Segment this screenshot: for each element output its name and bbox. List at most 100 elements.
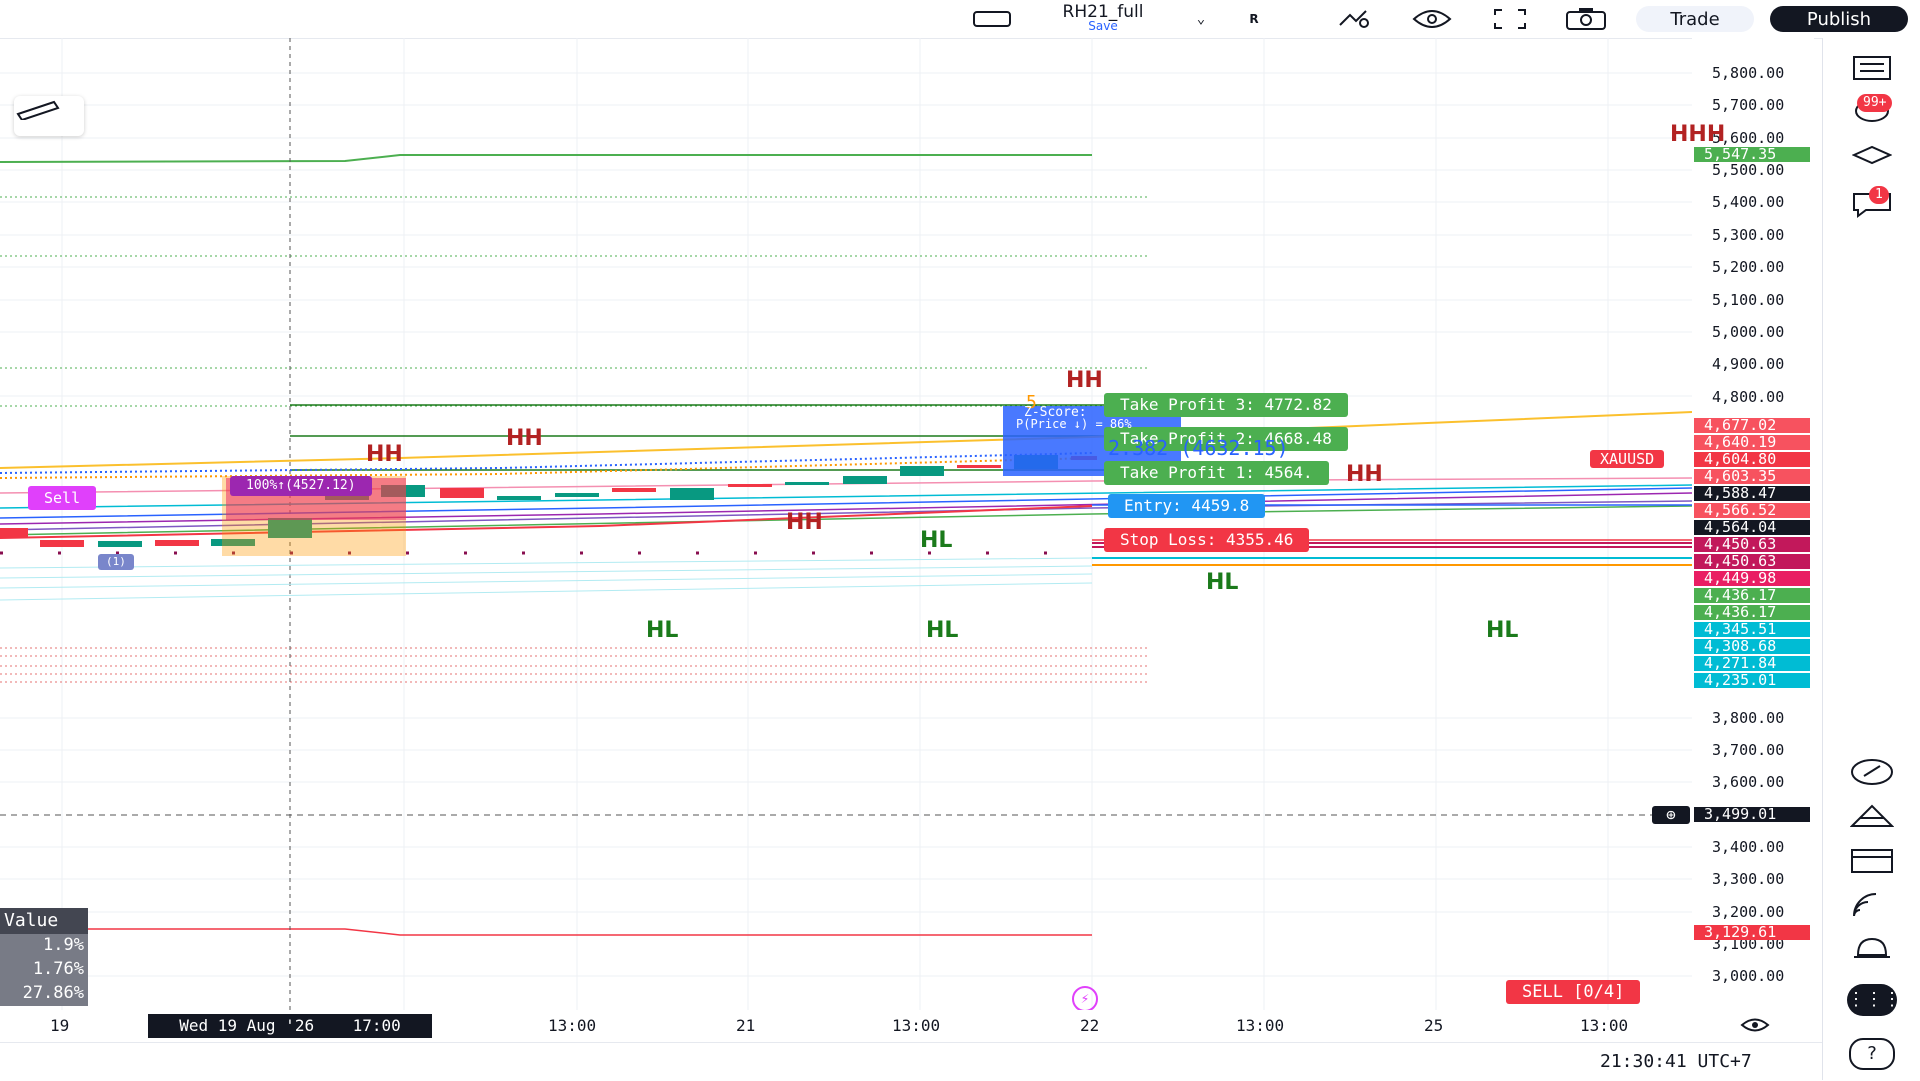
apps-grid-icon[interactable]: ⋮⋮⋮ (1847, 980, 1901, 1020)
price-badge: 4,450.63 (1694, 537, 1810, 552)
status-bar: 21:30:41 UTC+7 (0, 1042, 1822, 1081)
price-badge: 4,436.17 (1694, 605, 1810, 620)
zscore-value: 2.382 (4632.15) (1108, 436, 1289, 460)
price-tick: 5,400.00 (1712, 193, 1785, 211)
hhh-label: HHH (1670, 122, 1726, 147)
clock[interactable]: 21:30:41 UTC+7 (1600, 1051, 1752, 1072)
hl-label: HL (1486, 618, 1519, 643)
price-tick: 5,500.00 (1712, 161, 1785, 179)
entry-tag[interactable]: Entry: 4459.8 (1108, 494, 1266, 518)
camera-icon[interactable] (1562, 6, 1610, 32)
price-badge: 4,588.47 (1694, 486, 1810, 501)
stats-row: 1.9% (0, 934, 88, 958)
price-badge: 4,436.17 (1694, 588, 1810, 603)
price-badge: 3,129.61 (1694, 925, 1810, 940)
time-tick: 22 (1080, 1016, 1100, 1035)
alerts-badge: 99+ (1857, 94, 1893, 112)
price-badge: 4,235.01 (1694, 673, 1810, 688)
price-badge: 4,449.98 (1694, 571, 1810, 586)
time-tick: 25 (1424, 1016, 1444, 1035)
tp1-tag[interactable]: Take Profit 1: 4564. (1104, 461, 1329, 485)
price-tick: 3,200.00 (1712, 903, 1785, 921)
sell-signal-tag[interactable]: Sell (28, 486, 97, 510)
pine-editor-icon[interactable] (1847, 796, 1897, 836)
stats-header: Value (0, 908, 88, 934)
hl-label: HL (920, 528, 953, 553)
time-axis[interactable]: 19 13:00 21 13:00 22 13:00 25 13:00 Wed … (0, 1010, 1770, 1042)
tp3-tag[interactable]: Take Profit 3: 4772.82 (1104, 393, 1348, 417)
hl-label: HL (646, 618, 679, 643)
price-tick: 3,600.00 (1712, 773, 1785, 791)
sl-tag[interactable]: Stop Loss: 4355.46 (1104, 528, 1310, 552)
stats-row: 27.86% (0, 982, 88, 1006)
hh-label: HH (366, 442, 403, 467)
price-badge: 4,604.80 (1694, 452, 1810, 467)
calendar-icon[interactable] (1847, 840, 1897, 880)
eye-outline-icon (1740, 1018, 1770, 1032)
percent-tag: 100%↑(4527.12) (230, 476, 372, 496)
lower-band-line (0, 928, 1092, 936)
price-tick: 5,800.00 (1712, 64, 1785, 82)
symbol-tag: XAUUSD (1590, 450, 1665, 468)
price-tick: 3,000.00 (1712, 967, 1785, 985)
zscore-probability: P(Price ↓) = 86% (1016, 417, 1132, 431)
price-badge: 4,640.19 (1694, 435, 1810, 450)
price-tick: 5,700.00 (1712, 96, 1785, 114)
green-dotted-levels (0, 196, 1150, 407)
chevron-down-icon[interactable]: ⌄ (1186, 6, 1216, 32)
top-toolbar: RH21_full Save ⌄ R Trade Publish (0, 0, 1920, 39)
chart-canvas (0, 38, 1692, 1010)
price-tick: 3,300.00 (1712, 870, 1785, 888)
trade-button[interactable]: Trade (1636, 6, 1754, 32)
price-badge: 5,547.35 (1694, 147, 1810, 162)
chart-pane[interactable]: HH HH HH HH HH HL HL HL HL HL Take Profi… (0, 38, 1692, 1010)
drawing-toolbar-toggle[interactable] (14, 96, 84, 136)
r-label: R (1249, 12, 1259, 26)
fullscreen-icon[interactable] (1488, 6, 1532, 32)
layout-icon[interactable] (970, 6, 1014, 32)
price-tick: 3,400.00 (1712, 838, 1785, 856)
hl-label: HL (926, 618, 959, 643)
magic-indicator-icon[interactable] (1332, 6, 1376, 32)
hh-label: HH (1066, 368, 1103, 393)
watchlist-icon[interactable] (1847, 48, 1897, 88)
price-badge: 4,450.63 (1694, 554, 1810, 569)
red-dotted-levels (0, 647, 1150, 683)
ruler-icon (16, 100, 60, 120)
hh-label: HH (1346, 462, 1383, 487)
layers-icon[interactable] (1847, 136, 1897, 176)
crosshair-time-label: Wed 19 Aug '26 17:00 (148, 1014, 432, 1038)
upper-band-line (0, 154, 1092, 163)
price-tick: 5,000.00 (1712, 323, 1785, 341)
time-tick: 21 (736, 1016, 756, 1035)
layout-name[interactable]: RH21_full Save (1040, 2, 1166, 33)
eye-icon[interactable] (1410, 6, 1454, 32)
crosshair-plus-icon[interactable]: ⊕ (1652, 806, 1690, 824)
price-badge: 4,308.68 (1694, 639, 1810, 654)
publish-button[interactable]: Publish (1770, 6, 1908, 32)
sell-counter: SELL [0/4] (1506, 980, 1641, 1004)
hh-label: HH (786, 510, 823, 535)
price-tick: 3,700.00 (1712, 741, 1785, 759)
time-axis-settings-icon[interactable] (1740, 1014, 1770, 1036)
stream-icon[interactable] (1847, 884, 1897, 924)
price-badge: 4,345.51 (1694, 622, 1810, 637)
right-sidebar: 99+ 1 ⋮⋮⋮ ? (1822, 38, 1920, 1080)
time-tick: 13:00 (1236, 1016, 1285, 1035)
price-tick: 4,800.00 (1712, 388, 1785, 406)
price-scale[interactable]: 5,800.00 5,700.00 5,600.00 5,500.00 5,40… (1670, 38, 1814, 1010)
price-badge: 4,564.04 (1694, 520, 1810, 535)
gauge-icon[interactable] (1847, 752, 1897, 792)
help-icon[interactable]: ? (1847, 1034, 1897, 1074)
notifications-icon[interactable] (1847, 928, 1897, 968)
save-status: Save (1088, 19, 1118, 33)
signal-marker: (1) (98, 554, 134, 570)
r-toggle[interactable]: R (1238, 6, 1270, 32)
time-tick: 13:00 (1580, 1016, 1629, 1035)
time-tick: 19 (50, 1016, 70, 1035)
time-tick: 13:00 (548, 1016, 597, 1035)
price-badge: 3,499.01 (1694, 807, 1810, 822)
lightning-icon[interactable]: ⚡ (1072, 986, 1098, 1010)
time-tick: 13:00 (892, 1016, 941, 1035)
stats-row: 1.76% (0, 958, 88, 982)
